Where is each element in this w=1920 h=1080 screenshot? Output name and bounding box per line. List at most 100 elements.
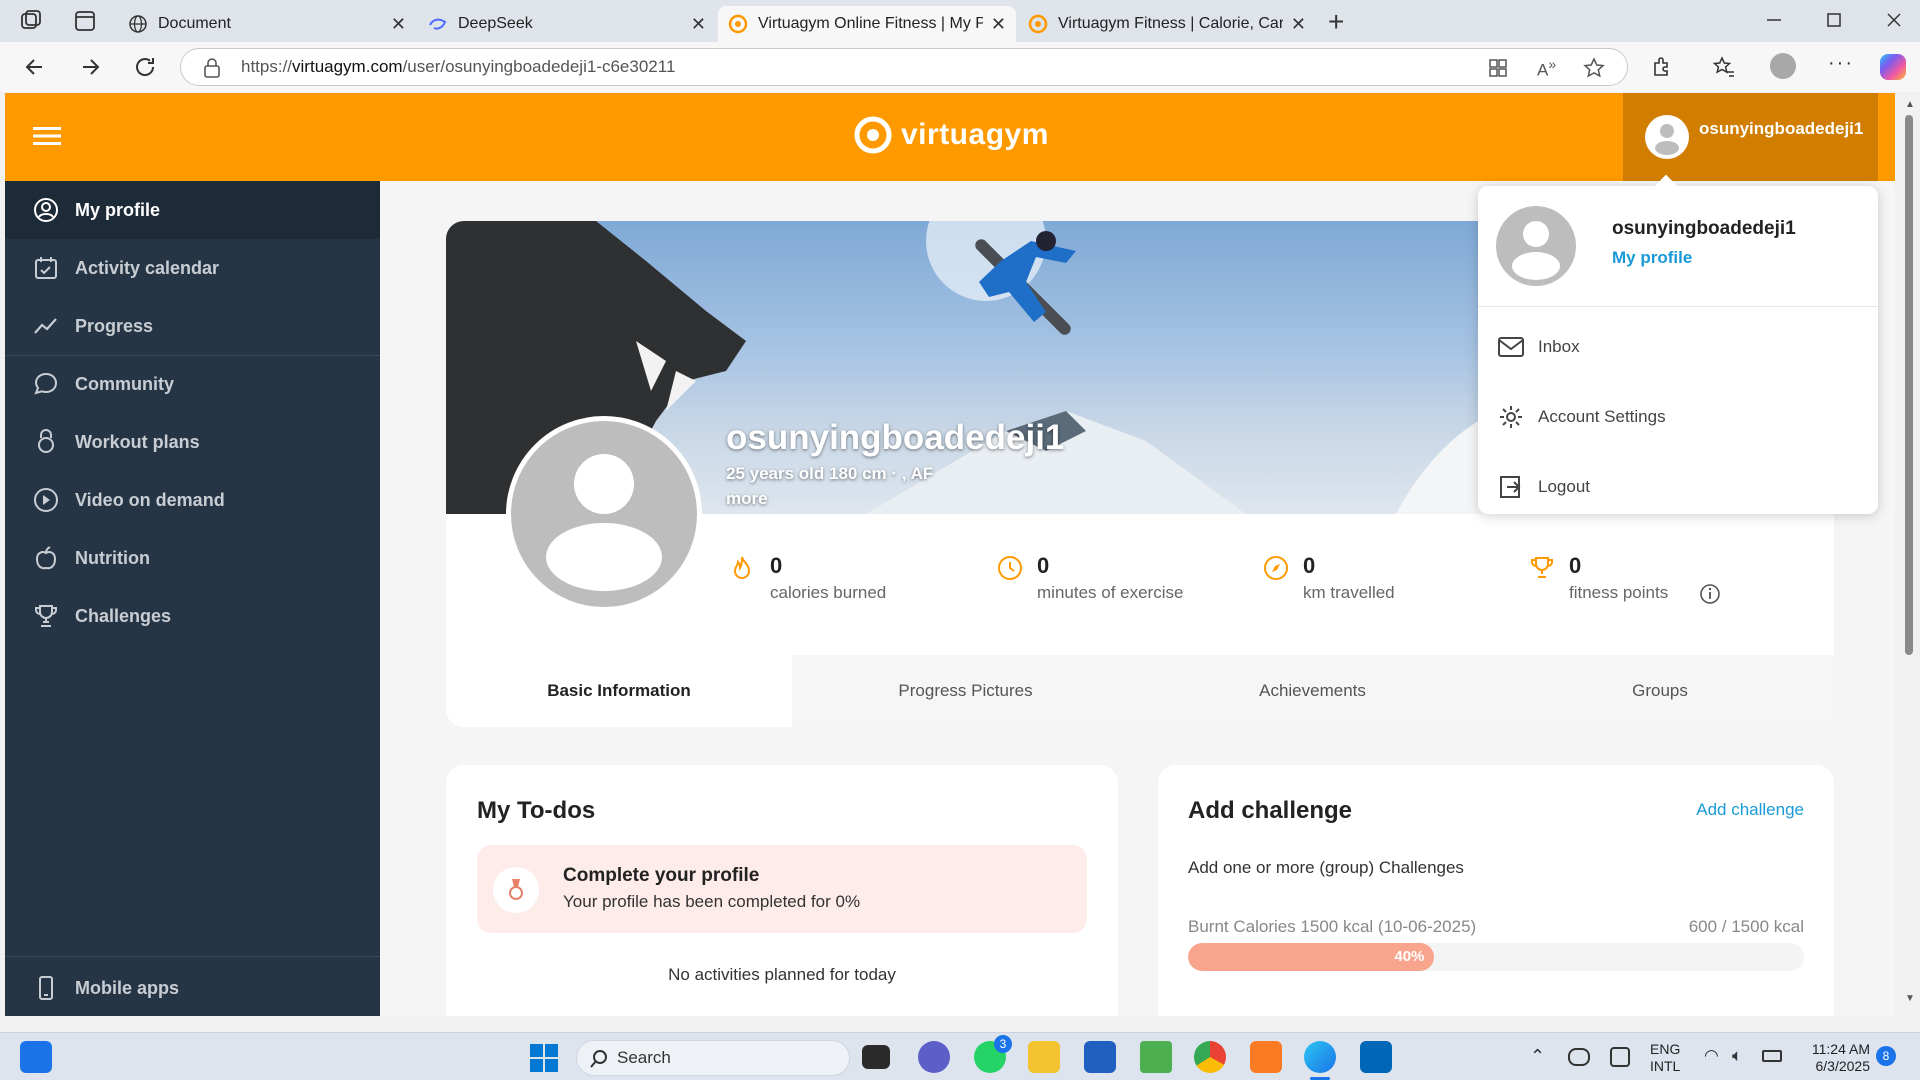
stat-value: 0 (1303, 553, 1316, 578)
close-tab-icon[interactable]: ✕ (991, 14, 1006, 35)
profile-avatar[interactable] (1770, 53, 1796, 79)
tab-groups[interactable]: Groups (1486, 655, 1834, 727)
nodejs-icon[interactable] (1140, 1041, 1172, 1073)
store-icon[interactable] (1084, 1041, 1116, 1073)
sidebar-item-progress[interactable]: Progress (5, 297, 380, 355)
whatsapp-icon[interactable]: 3 (974, 1035, 1012, 1073)
lock-icon[interactable] (203, 58, 221, 78)
dropdown-my-profile-link[interactable]: My profile (1612, 248, 1692, 268)
tab-progress-pictures[interactable]: Progress Pictures (792, 655, 1139, 727)
notification-badge[interactable]: 8 (1876, 1046, 1896, 1066)
taskbar-search[interactable]: Search (576, 1040, 850, 1076)
sidebar-item-my-profile[interactable]: My profile (5, 181, 380, 239)
sidebar-item-mobile-apps[interactable]: Mobile apps (5, 959, 380, 1016)
onedrive-icon[interactable] (1568, 1048, 1590, 1066)
sidebar-item-community[interactable]: Community (5, 355, 380, 413)
sidebar-item-challenges[interactable]: Challenges (5, 587, 380, 645)
chrome-icon[interactable] (1194, 1041, 1226, 1073)
maximize-icon[interactable] (1822, 8, 1846, 32)
tab-achievements[interactable]: Achievements (1139, 655, 1486, 727)
todo-item[interactable]: Complete your profile Your profile has b… (477, 845, 1087, 933)
tab-basic-information[interactable]: Basic Information (446, 655, 792, 727)
sidebar-item-label: Workout plans (75, 431, 200, 452)
address-bar[interactable]: https://virtuagym.com/user/osunyingboade… (180, 48, 1628, 86)
deepseek-icon (429, 18, 447, 30)
dropdown-divider (1478, 306, 1878, 307)
close-window-icon[interactable] (1882, 8, 1906, 32)
close-tab-icon[interactable]: ✕ (391, 14, 406, 35)
page-scrollbar[interactable]: ▲ ▼ (1898, 93, 1920, 1016)
hamburger-menu-icon[interactable] (33, 125, 61, 147)
app-available-icon[interactable] (1487, 57, 1509, 79)
stat-label: calories burned (770, 583, 887, 602)
show-hidden-icons[interactable]: ⌃ (1530, 1046, 1545, 1067)
tab-virtuagym-profile[interactable]: Virtuagym Online Fitness | My Pro ✕ (718, 6, 1016, 42)
favorites-icon[interactable] (1712, 55, 1736, 79)
challenge-name[interactable]: Burnt Calories 1500 kcal (10-06-2025) (1188, 917, 1476, 937)
more-menu-icon[interactable]: ··· (1828, 52, 1854, 75)
whatsapp-badge: 3 (994, 1035, 1012, 1053)
sidebar-item-workout-plans[interactable]: Workout plans (5, 413, 380, 471)
battery-icon[interactable] (1762, 1050, 1782, 1062)
close-tab-icon[interactable]: ✕ (1291, 14, 1306, 35)
tab-label: Progress Pictures (898, 681, 1033, 700)
virtuagym-logo[interactable]: virtuagym (853, 115, 1049, 155)
minimize-icon[interactable] (1762, 8, 1786, 32)
sidebar-item-video-on-demand[interactable]: Video on demand (5, 471, 380, 529)
logout-icon (1500, 476, 1521, 498)
dropdown-item-label: Account Settings (1538, 407, 1666, 426)
back-icon[interactable] (22, 54, 48, 80)
search-label: Search (617, 1048, 671, 1067)
task-view-icon[interactable] (862, 1045, 890, 1069)
dropdown-item-inbox[interactable]: Inbox (1498, 322, 1580, 372)
tab-document[interactable]: Document ✕ (118, 6, 416, 42)
chat-icon (34, 372, 58, 395)
new-tab-icon[interactable]: + (1328, 6, 1344, 38)
apple-icon (35, 546, 57, 570)
dropdown-item-label: Logout (1538, 477, 1590, 496)
vscode-icon[interactable] (1360, 1041, 1392, 1073)
add-challenge-link[interactable]: Add challenge (1696, 800, 1804, 820)
challenge-card: Add challenge Add challenge Add one or m… (1158, 765, 1834, 1016)
tab-actions-icon[interactable] (72, 8, 98, 34)
widgets-icon[interactable] (20, 1041, 52, 1073)
refresh-icon[interactable] (132, 54, 158, 80)
edge-icon[interactable] (1304, 1041, 1336, 1073)
dropdown-item-account-settings[interactable]: Account Settings (1498, 392, 1666, 442)
language-indicator[interactable]: ENG INTL (1650, 1041, 1680, 1075)
user-circle-icon (34, 198, 58, 222)
sidebar-item-activity-calendar[interactable]: Activity calendar (5, 239, 380, 297)
language-code: ENG (1650, 1041, 1681, 1057)
challenge-amount: 600 / 1500 kcal (1688, 917, 1804, 936)
wifi-icon[interactable]: ◠ (1704, 1046, 1719, 1066)
clock[interactable]: 11:24 AM 6/3/2025 (1800, 1041, 1870, 1075)
workspaces-icon[interactable] (18, 8, 44, 34)
volume-icon[interactable]: 🔈︎ (1732, 1046, 1742, 1066)
profile-avatar-large[interactable] (506, 416, 702, 612)
tab-deepseek[interactable]: DeepSeek ✕ (418, 6, 716, 42)
forward-icon[interactable] (77, 54, 103, 80)
scroll-up-arrow[interactable]: ▲ (1905, 99, 1915, 110)
favorite-star-icon[interactable] (1583, 57, 1605, 79)
copilot-icon[interactable] (1880, 54, 1906, 80)
profile-more-link[interactable]: more (726, 489, 768, 509)
sync-icon[interactable] (1610, 1047, 1630, 1067)
sidebar-item-nutrition[interactable]: Nutrition (5, 529, 380, 587)
info-icon[interactable] (1699, 583, 1721, 605)
user-menu-button[interactable]: osunyingboadedeji1 (1623, 93, 1878, 181)
read-aloud-icon[interactable]: A» (1537, 57, 1556, 81)
dropdown-item-logout[interactable]: Logout (1498, 462, 1590, 512)
file-explorer-icon[interactable] (1028, 1041, 1060, 1073)
browser-toolbar: https://virtuagym.com/user/osunyingboade… (0, 42, 1920, 92)
trophy-icon (1531, 557, 1553, 578)
start-icon[interactable] (528, 1042, 560, 1074)
tab-virtuagym-fitness[interactable]: Virtuagym Fitness | Calorie, Carb & ✕ (1018, 6, 1316, 42)
tab-title: Virtuagym Online Fitness | My Pro (758, 15, 983, 32)
extensions-icon[interactable] (1650, 55, 1674, 79)
dropdown-avatar[interactable] (1496, 206, 1576, 286)
scrollbar-thumb[interactable] (1905, 115, 1913, 655)
xampp-icon[interactable] (1250, 1041, 1282, 1073)
close-tab-icon[interactable]: ✕ (691, 14, 706, 35)
teams-chat-icon[interactable] (918, 1041, 950, 1073)
scroll-down-arrow[interactable]: ▼ (1905, 993, 1915, 1004)
